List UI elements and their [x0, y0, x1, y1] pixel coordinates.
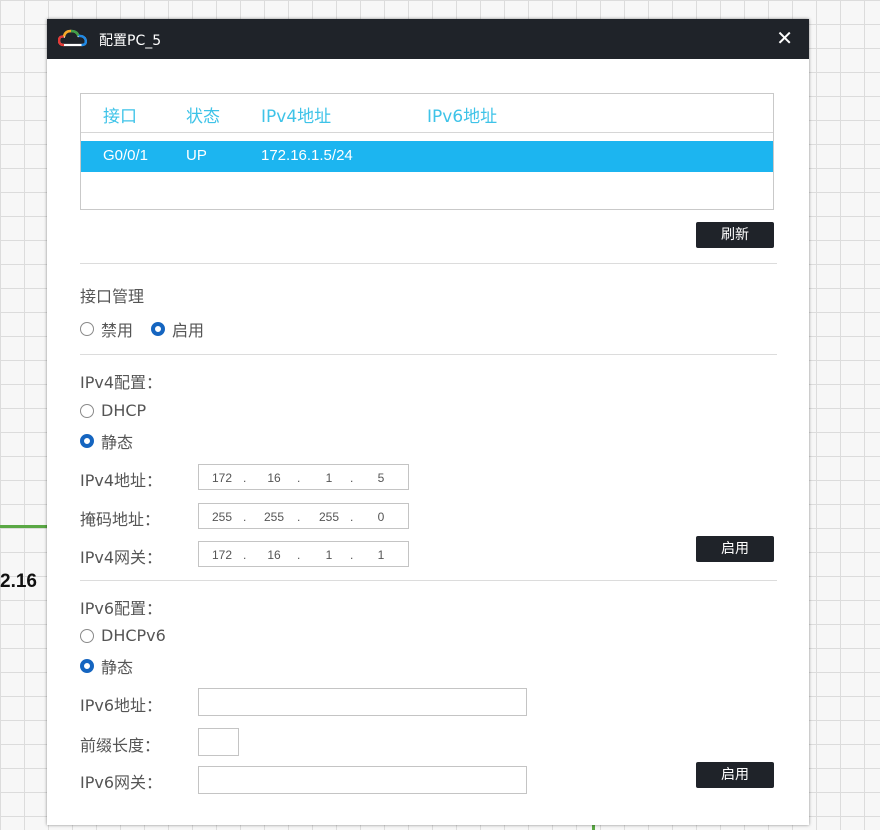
- divider: [80, 354, 777, 355]
- topology-link-line: [0, 525, 48, 528]
- table-header: 接口 状态 IPv4地址 IPv6地址: [81, 94, 773, 133]
- ipv4-gateway-field[interactable]: 172 . 16 . 1 . 1: [198, 541, 409, 567]
- ip-octet[interactable]: 0: [366, 510, 396, 524]
- ip-octet[interactable]: 255: [314, 510, 344, 524]
- radio-ipv4-static-label: 静态: [101, 433, 134, 452]
- ip-octet[interactable]: 16: [259, 471, 289, 485]
- ipv6-address-field[interactable]: [198, 688, 527, 716]
- ip-dot: .: [297, 510, 301, 524]
- interface-mgmt-label: 接口管理: [80, 287, 145, 306]
- column-header-status: 状态: [186, 107, 220, 127]
- radio-disable[interactable]: [80, 322, 94, 336]
- radio-ipv6-dhcp[interactable]: [80, 628, 94, 643]
- window-title: 配置PC_5: [99, 33, 162, 49]
- ipv6-gateway-field[interactable]: [198, 766, 527, 794]
- table-row[interactable]: G0/0/1 UP 172.16.1.5/24: [81, 141, 773, 172]
- column-header-port: 接口: [103, 107, 137, 127]
- background-ip-label: 2.16: [0, 571, 37, 592]
- ipv6-address-label: IPv6地址：: [80, 696, 163, 715]
- title-bar[interactable]: 配置PC_5 ✕: [47, 19, 809, 59]
- ip-dot: .: [243, 510, 247, 524]
- cell-ipv4: 172.16.1.5/24: [261, 147, 353, 164]
- divider: [80, 263, 777, 264]
- ip-octet[interactable]: 1: [314, 471, 344, 485]
- cloud-icon: [58, 29, 88, 47]
- radio-ipv6-static-label: 静态: [101, 658, 134, 677]
- ipv6-mode-dhcp: DHCPv6: [80, 626, 166, 645]
- ipv6-config-label: IPv6配置：: [80, 599, 163, 618]
- divider: [80, 580, 777, 581]
- ip-octet[interactable]: 1: [366, 548, 396, 562]
- ip-dot: .: [350, 510, 354, 524]
- ipv4-address-label: IPv4地址：: [80, 471, 163, 490]
- ip-octet[interactable]: 5: [366, 471, 396, 485]
- radio-enable[interactable]: [151, 322, 166, 336]
- column-header-ipv4: IPv4地址: [261, 107, 332, 127]
- cell-port: G0/0/1: [103, 147, 149, 164]
- interface-table: 接口 状态 IPv4地址 IPv6地址 G0/0/1 UP 172.16.1.5…: [80, 93, 774, 210]
- ipv4-mask-field[interactable]: 255 . 255 . 255 . 0: [198, 503, 409, 529]
- ipv4-config-label: IPv4配置：: [80, 373, 163, 392]
- config-dialog: 配置PC_5 ✕ 接口 状态 IPv4地址 IPv6地址 G0/0/1 UP 1…: [47, 19, 809, 825]
- ip-dot: .: [350, 548, 354, 562]
- ipv6-mode-static: 静态: [80, 654, 133, 678]
- ip-octet[interactable]: 172: [207, 548, 237, 562]
- ipv4-mask-label: 掩码地址：: [80, 510, 161, 529]
- radio-ipv6-static[interactable]: [80, 659, 94, 673]
- ipv4-gateway-label: IPv4网关：: [80, 548, 163, 567]
- ip-octet[interactable]: 255: [207, 510, 237, 524]
- interface-mgmt-options: 禁用 启用: [80, 317, 222, 341]
- ip-dot: .: [243, 471, 247, 485]
- ipv6-prefix-field[interactable]: [198, 728, 239, 756]
- ipv4-address-field[interactable]: 172 . 16 . 1 . 5: [198, 464, 409, 490]
- radio-ipv4-static[interactable]: [80, 434, 94, 448]
- ip-dot: .: [297, 471, 301, 485]
- radio-ipv4-dhcp[interactable]: [80, 403, 94, 418]
- ip-octet[interactable]: 255: [259, 510, 289, 524]
- ipv6-apply-button[interactable]: 启用: [696, 762, 774, 788]
- close-button[interactable]: ✕: [776, 27, 793, 49]
- column-header-ipv6: IPv6地址: [427, 107, 498, 127]
- ip-octet[interactable]: 1: [314, 548, 344, 562]
- ipv6-prefix-label: 前缀长度：: [80, 736, 161, 755]
- ipv4-apply-button[interactable]: 启用: [696, 536, 774, 562]
- radio-disable-label: 禁用: [101, 321, 134, 340]
- ip-dot: .: [243, 548, 247, 562]
- radio-ipv4-dhcp-label: DHCP: [101, 401, 147, 420]
- refresh-button[interactable]: 刷新: [696, 222, 774, 248]
- ipv4-mode-static: 静态: [80, 429, 133, 453]
- radio-ipv6-dhcp-label: DHCPv6: [101, 626, 166, 645]
- cell-status: UP: [186, 147, 207, 164]
- ip-dot: .: [297, 548, 301, 562]
- ipv4-mode-dhcp: DHCP: [80, 401, 146, 420]
- ip-octet[interactable]: 172: [207, 471, 237, 485]
- ip-octet[interactable]: 16: [259, 548, 289, 562]
- ipv6-gateway-label: IPv6网关：: [80, 773, 163, 792]
- ip-dot: .: [350, 471, 354, 485]
- radio-enable-label: 启用: [172, 321, 205, 340]
